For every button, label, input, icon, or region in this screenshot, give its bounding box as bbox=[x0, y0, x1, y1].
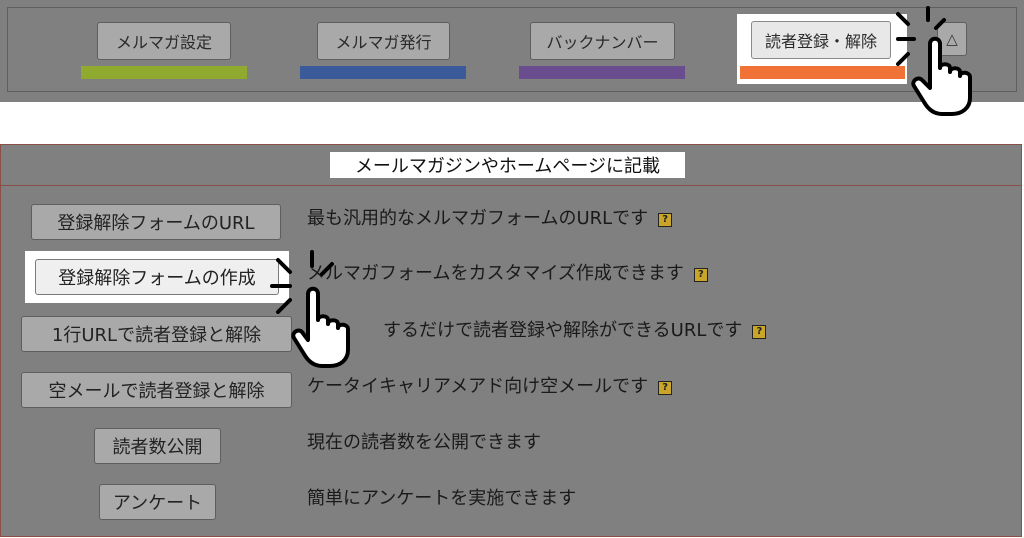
row-description-text: するだけで読者登録や解除ができるURLです bbox=[383, 320, 743, 341]
url-form-button[interactable]: 登録解除フォームのURL bbox=[31, 204, 281, 240]
help-icon[interactable]: ? bbox=[752, 325, 767, 339]
survey-button[interactable]: アンケート bbox=[99, 484, 216, 520]
tab-bar: メルマガ設定 メルマガ発行 バックナンバー 読者登録・解除 △ bbox=[0, 0, 1024, 102]
empty-mail-description: ケータイキャリアメアド向け空メールです? bbox=[307, 372, 673, 398]
tab-underline-settings bbox=[81, 66, 247, 79]
hand-pointer-icon bbox=[270, 250, 350, 368]
tab-underline-backnumber bbox=[519, 66, 685, 79]
tab-mailmag-publish[interactable]: メルマガ発行 bbox=[317, 22, 450, 60]
one-line-url-description: するだけで読者登録や解除ができるURLです? bbox=[383, 316, 767, 342]
help-icon[interactable]: ? bbox=[693, 268, 708, 282]
tab-reader-register[interactable]: 読者登録・解除 bbox=[751, 21, 891, 59]
row-description-text: 最も汎用的なメルマガフォームのURLです bbox=[307, 208, 649, 229]
tab-underline-reader bbox=[740, 66, 905, 79]
reader-count-button[interactable]: 読者数公開 bbox=[94, 428, 221, 464]
panel-divider bbox=[1, 185, 1021, 186]
one-line-url-button[interactable]: 1行URLで読者登録と解除 bbox=[21, 316, 292, 352]
survey-description: 簡単にアンケートを実施できます bbox=[307, 488, 577, 509]
help-icon[interactable]: ? bbox=[658, 213, 673, 227]
tab-underline-publish bbox=[300, 66, 466, 79]
create-form-button[interactable]: 登録解除フォームの作成 bbox=[35, 259, 279, 295]
reader-count-description: 現在の読者数を公開できます bbox=[307, 432, 541, 453]
panel-title: メールマガジンやホームページに記載 bbox=[330, 152, 685, 178]
tab-backnumber[interactable]: バックナンバー bbox=[530, 22, 675, 60]
empty-mail-button[interactable]: 空メールで読者登録と解除 bbox=[21, 372, 292, 408]
hand-pointer-icon bbox=[896, 6, 972, 116]
url-form-description: 最も汎用的なメルマガフォームのURLです? bbox=[307, 204, 673, 230]
help-icon[interactable]: ? bbox=[658, 381, 673, 395]
tab-mailmag-settings[interactable]: メルマガ設定 bbox=[97, 22, 231, 60]
row-description-text: ケータイキャリアメアド向け空メールです bbox=[307, 376, 649, 397]
